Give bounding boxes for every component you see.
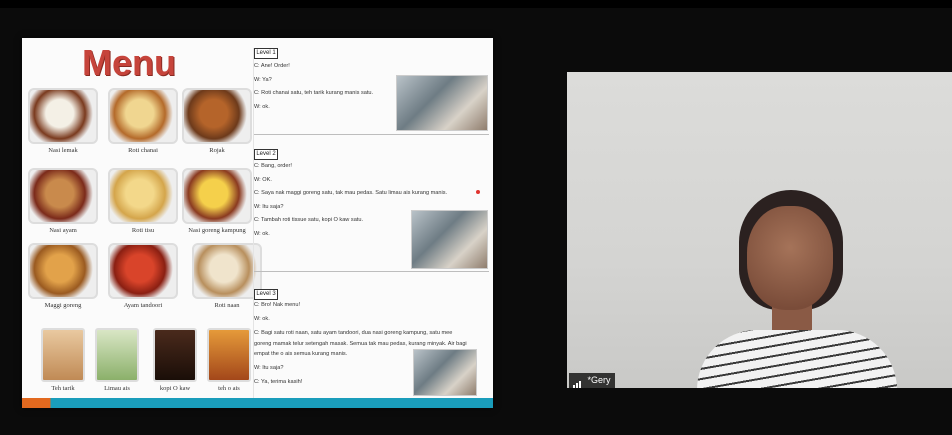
food-photo bbox=[28, 168, 98, 224]
food-photo bbox=[108, 243, 178, 299]
restaurant-photo bbox=[413, 349, 477, 396]
slide-bottom-bar bbox=[22, 398, 493, 408]
menu-item: Maggi goreng bbox=[28, 243, 98, 309]
shared-screen: Menu Nasi lemak Roti chanai Rojak Nasi a… bbox=[22, 38, 493, 408]
participant-video-tile[interactable]: *Gery bbox=[567, 72, 952, 388]
menu-item-label: Maggi goreng bbox=[44, 302, 82, 309]
dialog-line: goreng mamak telur setengah masak. Semua… bbox=[254, 340, 467, 347]
menu-item: Nasi lemak bbox=[28, 88, 98, 154]
section-divider bbox=[254, 134, 489, 135]
participant-name: *Gery bbox=[587, 375, 611, 385]
menu-item-label: Nasi goreng kampung bbox=[188, 227, 246, 234]
drink-photo bbox=[95, 328, 139, 382]
dialog-line: C: Bagi satu roti naan, satu ayam tandoo… bbox=[254, 330, 453, 337]
food-photo bbox=[108, 168, 178, 224]
dialog-line: C: Bro! Nak menu! bbox=[254, 302, 301, 308]
level-1-label: Level 1 bbox=[254, 48, 278, 59]
dialog-line: C: Bang, order! bbox=[254, 163, 292, 169]
laser-pointer-dot bbox=[476, 190, 480, 194]
drink-photo bbox=[41, 328, 85, 382]
level-2-label: Level 2 bbox=[254, 149, 278, 160]
restaurant-photo bbox=[411, 210, 488, 269]
menu-item-label: Roti naan bbox=[214, 302, 240, 309]
menu-item: Ayam tandoori bbox=[108, 243, 178, 309]
menu-item-label: Ayam tandoori bbox=[123, 302, 163, 309]
dialog-line: W: ok. bbox=[254, 316, 270, 323]
dialog-line: W: OK. bbox=[254, 176, 272, 183]
menu-item: Roti chanai bbox=[108, 88, 178, 154]
menu-item: Nasi ayam bbox=[28, 168, 98, 234]
drink-photo bbox=[153, 328, 197, 382]
menu-item: Nasi goreng kampung bbox=[182, 168, 252, 234]
restaurant-photo bbox=[396, 75, 488, 131]
participant-name-tag: *Gery bbox=[569, 373, 615, 388]
food-photo bbox=[108, 88, 178, 144]
dialog-line: C: Saya nak maggi goreng satu, tak mau p… bbox=[254, 190, 448, 196]
menu-title: Menu bbox=[82, 42, 176, 83]
participant-shirt bbox=[697, 330, 897, 388]
menu-item-label: Roti tisu bbox=[131, 227, 155, 234]
drink-photo bbox=[207, 328, 251, 382]
participant-face bbox=[747, 206, 833, 310]
menu-item-label: Rojak bbox=[209, 147, 225, 154]
food-photo bbox=[28, 88, 98, 144]
food-photo bbox=[182, 168, 252, 224]
participant-video bbox=[697, 190, 897, 388]
section-divider bbox=[254, 271, 489, 272]
food-photo bbox=[28, 243, 98, 299]
menu-item-label: Roti chanai bbox=[128, 147, 158, 154]
level-3-label: Level 3 bbox=[254, 289, 278, 300]
menu-item-label: Nasi ayam bbox=[49, 227, 77, 234]
menu-item: Rojak bbox=[182, 88, 252, 154]
menu-item: Roti tisu bbox=[108, 168, 178, 234]
signal-bars-icon bbox=[573, 373, 582, 388]
food-photo bbox=[192, 243, 262, 299]
menu-item: Roti naan bbox=[192, 243, 262, 309]
dialog-line: C: Ane! Order! bbox=[254, 63, 290, 69]
food-photo bbox=[182, 88, 252, 144]
top-bezel bbox=[0, 0, 952, 8]
menu-item-label: Nasi lemak bbox=[48, 147, 78, 154]
